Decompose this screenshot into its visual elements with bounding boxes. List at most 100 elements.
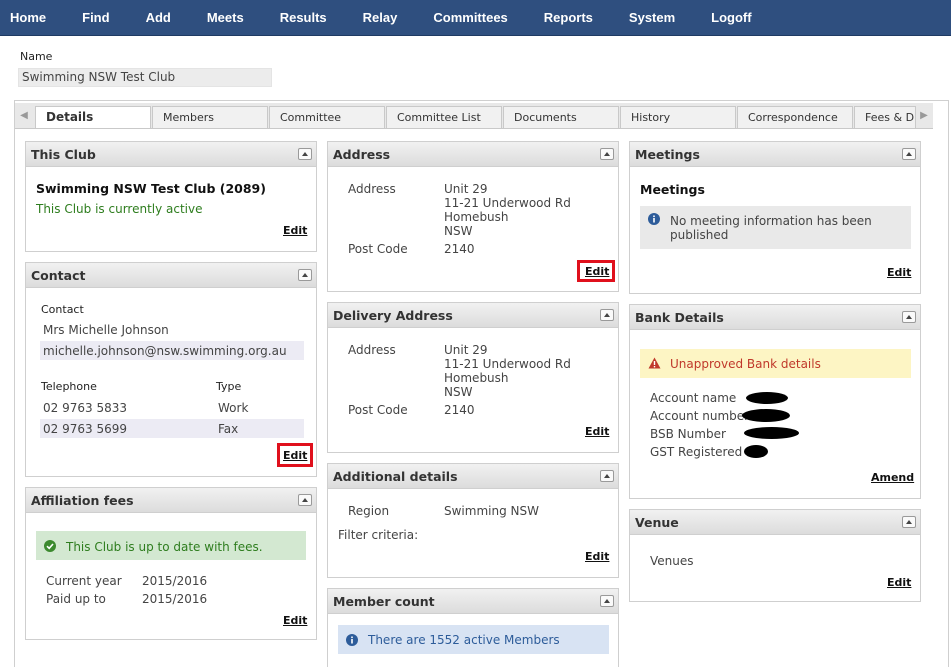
- nav-results[interactable]: Results: [262, 0, 345, 35]
- gst-label: GST Registered: [650, 445, 743, 459]
- collapse-icon[interactable]: [600, 309, 614, 321]
- address-line: Homebush: [444, 371, 509, 385]
- current-year-value: 2015/2016: [142, 574, 208, 588]
- current-year-label: Current year: [46, 574, 122, 588]
- contact-email[interactable]: michelle.johnson@nsw.swimming.org.au: [43, 344, 287, 358]
- collapse-icon[interactable]: [600, 595, 614, 607]
- contact-panel: Contact Contact Mrs Michelle Johnson mic…: [25, 262, 317, 477]
- region-value: Swimming NSW: [444, 504, 539, 518]
- nav-home[interactable]: Home: [0, 0, 64, 35]
- redacted-value: [744, 445, 768, 458]
- address-line: Unit 29: [444, 182, 488, 196]
- collapse-icon[interactable]: [600, 148, 614, 160]
- nav-logoff[interactable]: Logoff: [693, 0, 769, 35]
- address-line: NSW: [444, 385, 473, 399]
- phone-number: 02 9763 5833: [43, 401, 127, 415]
- venue-edit-link[interactable]: Edit: [887, 576, 911, 589]
- tab-bar: ◀ Details Members Committee Committee Li…: [15, 103, 933, 129]
- meetings-edit-link[interactable]: Edit: [887, 266, 911, 279]
- nav-find[interactable]: Find: [64, 0, 127, 35]
- collapse-icon[interactable]: [298, 269, 312, 281]
- phone-type: Fax: [218, 422, 239, 436]
- member-count-text: There are 1552 active Members: [368, 633, 560, 647]
- type-header: Type: [216, 380, 242, 393]
- nav-meets[interactable]: Meets: [189, 0, 262, 35]
- tab-details[interactable]: Details: [35, 106, 151, 128]
- member-count-panel: Member count There are 1552 active Membe…: [327, 588, 619, 667]
- tab-correspondence[interactable]: Correspondence: [737, 106, 853, 128]
- meetings-subtitle: Meetings: [640, 182, 705, 197]
- collapse-icon[interactable]: [902, 148, 916, 160]
- account-number-label: Account number: [650, 409, 750, 423]
- phone-number: 02 9763 5699: [43, 422, 127, 436]
- affiliation-edit-link[interactable]: Edit: [283, 614, 307, 627]
- bank-title: Bank Details: [635, 310, 724, 325]
- redacted-value: [742, 409, 790, 422]
- this-club-edit-link[interactable]: Edit: [283, 224, 307, 237]
- contact-person: Mrs Michelle Johnson: [43, 323, 169, 337]
- nav-committees[interactable]: Committees: [415, 0, 525, 35]
- collapse-icon[interactable]: [902, 516, 916, 528]
- address-line: Homebush: [444, 210, 509, 224]
- fees-status-text: This Club is up to date with fees.: [66, 540, 263, 554]
- tab-members[interactable]: Members: [152, 106, 268, 128]
- additional-details-panel: Additional details Region Swimming NSW F…: [327, 463, 619, 578]
- redacted-value: [744, 427, 799, 439]
- collapse-icon[interactable]: [298, 148, 312, 160]
- address-label: Address: [348, 182, 396, 196]
- nav-reports[interactable]: Reports: [526, 0, 611, 35]
- tab-committee-list[interactable]: Committee List: [386, 106, 502, 128]
- tab-history[interactable]: History: [620, 106, 736, 128]
- region-label: Region: [348, 504, 390, 518]
- nav-add[interactable]: Add: [128, 0, 189, 35]
- address-edit-link[interactable]: Edit: [585, 265, 609, 278]
- bank-warning-text: Unapproved Bank details: [670, 357, 821, 371]
- check-circle-icon: [44, 540, 56, 552]
- bank-details-panel: Bank Details Unapproved Bank details Acc…: [629, 304, 921, 499]
- info-icon: [648, 213, 660, 225]
- contact-edit-link[interactable]: Edit: [283, 449, 307, 462]
- delivery-edit-link[interactable]: Edit: [585, 425, 609, 438]
- info-icon: [346, 634, 358, 646]
- additional-title: Additional details: [333, 469, 458, 484]
- affiliation-header: Affiliation fees: [26, 488, 316, 513]
- paid-up-label: Paid up to: [46, 592, 106, 606]
- bsb-label: BSB Number: [650, 427, 726, 441]
- filter-criteria-label: Filter criteria:: [338, 528, 419, 542]
- nav-system[interactable]: System: [611, 0, 693, 35]
- additional-edit-link[interactable]: Edit: [585, 550, 609, 563]
- venues-label: Venues: [650, 554, 694, 568]
- postcode-label: Post Code: [348, 403, 408, 417]
- nav-relay[interactable]: Relay: [345, 0, 416, 35]
- member-count-header: Member count: [328, 589, 618, 614]
- club-name-field: Swimming NSW Test Club: [18, 68, 272, 87]
- venue-title: Venue: [635, 515, 679, 530]
- tab-committee[interactable]: Committee: [269, 106, 385, 128]
- tab-fees[interactable]: Fees & Dis: [854, 106, 916, 128]
- tab-scroll-right-icon[interactable]: ▶: [915, 103, 933, 128]
- account-name-label: Account name: [650, 391, 737, 405]
- postcode-label: Post Code: [348, 242, 408, 256]
- meetings-title: Meetings: [635, 147, 700, 162]
- address-panel: Address Address Unit 29 11-21 Underwood …: [327, 141, 619, 292]
- main-nav: Home Find Add Meets Results Relay Commit…: [0, 0, 951, 36]
- this-club-header: This Club: [26, 142, 316, 167]
- bank-amend-link[interactable]: Amend: [871, 471, 914, 484]
- tab-scroll-left-icon[interactable]: ◀: [15, 103, 33, 128]
- paid-up-value: 2015/2016: [142, 592, 208, 606]
- affiliation-title: Affiliation fees: [31, 493, 134, 508]
- collapse-icon[interactable]: [902, 311, 916, 323]
- tab-documents[interactable]: Documents: [503, 106, 619, 128]
- contact-header: Contact: [26, 263, 316, 288]
- member-count-title: Member count: [333, 594, 435, 609]
- collapse-icon[interactable]: [600, 470, 614, 482]
- collapse-icon[interactable]: [298, 494, 312, 506]
- address-line: Unit 29: [444, 343, 488, 357]
- club-title: Swimming NSW Test Club (2089): [36, 181, 266, 196]
- contact-title: Contact: [31, 268, 86, 283]
- this-club-title: This Club: [31, 147, 96, 162]
- address-line: NSW: [444, 224, 473, 238]
- postcode-value: 2140: [444, 403, 475, 417]
- meetings-panel: Meetings Meetings No meeting information…: [629, 141, 921, 294]
- venue-header: Venue: [630, 510, 920, 535]
